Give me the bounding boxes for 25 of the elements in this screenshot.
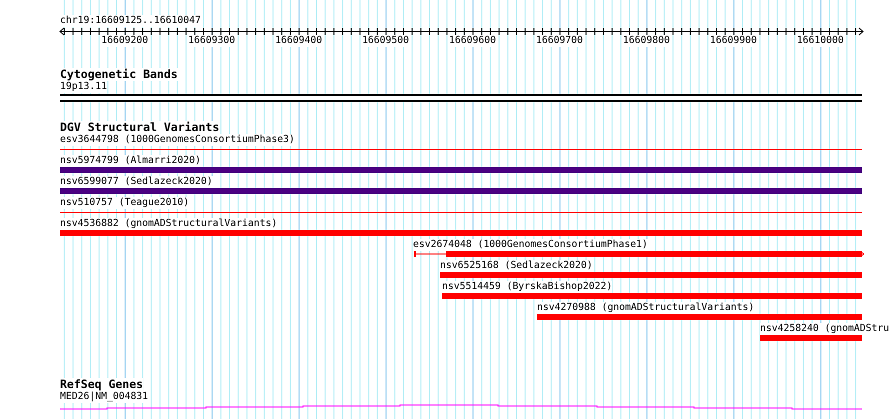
variant-label: nsv6525168 (Sedlazeck2020) [440,260,593,272]
ruler-label: 16609600 [449,35,496,47]
variant-label: esv2674048 (1000GenomesConsortiumPhase1) [413,239,648,251]
variant-label: nsv5514459 (ByrskaBishop2022) [442,281,612,293]
ruler-label: 16609900 [710,35,757,47]
ruler-label: 16610000 [796,35,844,47]
gene-label: MED26|NM_004831 [60,391,148,403]
variant-label: esv3644798 (1000GenomesConsortiumPhase3) [60,134,295,146]
ruler-label: 16609400 [275,35,322,47]
variant-label: nsv5974799 (Almarri2020) [60,155,201,167]
track-title: RefSeq Genes [60,378,144,391]
ruler-label: 16609300 [188,35,236,47]
ruler-label: 16609800 [622,35,670,47]
variant-label: nsv6599077 (Sedlazeck2020) [60,176,213,188]
variant-label: nsv510757 (Teague2010) [60,197,190,209]
ruler-label: 16609500 [362,35,410,47]
ruler-label: 16609700 [536,35,583,47]
band-label: 19p13.11 [60,81,107,93]
variant-label: nsv4536882 (gnomADStructuralVariants) [60,218,278,230]
track-title: Cytogenetic Bands [60,68,178,81]
track-title: DGV Structural Variants [60,121,220,134]
variant-label: nsv4258240 (gnomADStru [760,323,890,335]
variant-label: nsv4270988 (gnomADStructuralVariants) [537,302,754,314]
ruler-label: 16609200 [101,35,148,47]
locus-label: chr19:16609125..16610047 [60,15,201,27]
